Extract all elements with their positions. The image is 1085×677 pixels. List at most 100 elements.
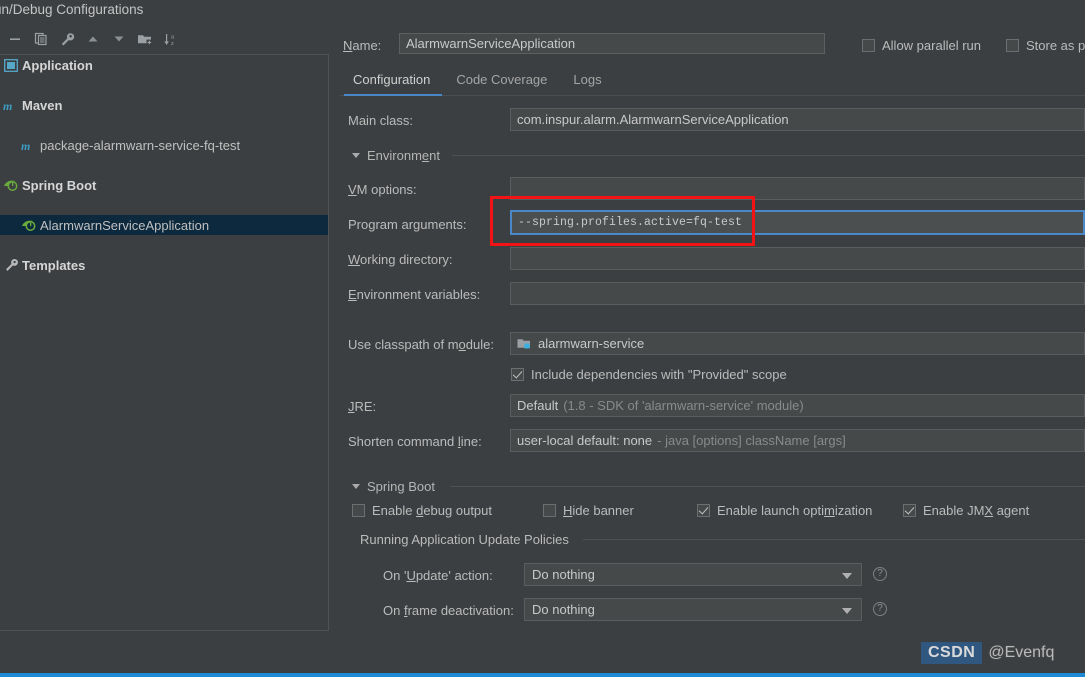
spring-boot-section-label: Spring Boot <box>367 479 435 494</box>
tree-item-label: Maven <box>22 97 63 113</box>
jre-label: JRE: <box>348 399 377 414</box>
allow-parallel-run-label: Allow parallel run <box>882 38 981 53</box>
application-icon <box>2 57 20 73</box>
copy-icon[interactable] <box>30 26 52 52</box>
window-title-bar: un/Debug Configurations <box>0 0 1085 22</box>
spring-boot-section-header[interactable]: Spring Boot <box>352 479 435 494</box>
checkbox-box <box>862 39 875 52</box>
shorten-command-line-select[interactable]: user-local default: none - java [options… <box>510 429 1085 452</box>
tree-item-label: Application <box>22 57 93 73</box>
use-classpath-of-module-label: Use classpath of module: <box>348 337 494 352</box>
on-frame-deactivation-label: On frame deactivation: <box>383 603 514 618</box>
move-into-folder-icon[interactable] <box>134 26 156 52</box>
chevron-down-icon <box>842 608 852 614</box>
tree-item-label: Templates <box>22 257 86 273</box>
editor-tabs[interactable]: Configuration Code Coverage Logs <box>340 70 615 96</box>
templates-wrench-icon <box>2 257 20 273</box>
checkbox-box <box>1006 39 1019 52</box>
vm-options-label: VM options: <box>348 182 417 197</box>
environment-variables-label: Environment variables: <box>348 287 481 302</box>
tree-item-alarmwarn-service-application[interactable]: AlarmwarnServiceApplication <box>0 215 328 235</box>
tree-item-maven[interactable]: m Maven <box>0 95 328 115</box>
enable-jmx-agent-checkbox[interactable]: Enable JMX agent <box>903 503 1029 518</box>
tree-item-label: package-alarmwarn-service-fq-test <box>40 137 241 153</box>
watermark: CSDN @Evenfq <box>921 641 1054 665</box>
on-frame-deactivation-select[interactable]: Do nothing <box>524 598 862 621</box>
working-directory-label: Working directory: <box>348 252 453 267</box>
svg-text:z: z <box>171 41 174 47</box>
watermark-brand: CSDN <box>921 642 983 664</box>
shorten-command-line-value: user-local default: none <box>517 433 653 448</box>
shorten-command-line-hint: - java [options] className [args] <box>657 433 846 448</box>
include-provided-scope-checkbox[interactable]: Include dependencies with "Provided" sco… <box>511 367 787 382</box>
wrench-icon[interactable] <box>56 26 78 52</box>
enable-debug-output-checkbox[interactable]: Enable debug output <box>352 503 492 518</box>
section-rule <box>583 539 1085 540</box>
chevron-down-icon <box>842 573 852 579</box>
store-as-project-file-checkbox[interactable]: Store as p <box>1006 38 1085 53</box>
program-arguments-input[interactable]: --spring.profiles.active=fq-test <box>510 210 1085 235</box>
tab-logs[interactable]: Logs <box>560 70 614 95</box>
watermark-user: @Evenfq <box>988 644 1055 661</box>
move-down-icon[interactable] <box>108 26 130 52</box>
on-update-action-value: Do nothing <box>532 567 595 582</box>
chevron-down-icon <box>352 484 360 489</box>
jre-hint: (1.8 - SDK of 'alarmwarn-service' module… <box>563 398 804 413</box>
spring-boot-icon <box>20 217 38 233</box>
include-provided-scope-label: Include dependencies with "Provided" sco… <box>531 367 787 382</box>
svg-text:m: m <box>21 139 30 152</box>
checkbox-box <box>543 504 556 517</box>
module-folder-icon <box>517 337 532 351</box>
store-as-project-file-label: Store as p <box>1026 38 1085 53</box>
name-label: Name: <box>343 38 382 53</box>
vm-options-input[interactable] <box>510 177 1085 200</box>
main-class-input[interactable]: com.inspur.alarm.AlarmwarnServiceApplica… <box>510 108 1085 131</box>
jre-select[interactable]: Default (1.8 - SDK of 'alarmwarn-service… <box>510 394 1085 417</box>
chevron-down-icon <box>352 153 360 158</box>
svg-text:a: a <box>171 34 175 40</box>
use-classpath-of-module-select[interactable]: alarmwarn-service <box>510 332 1085 355</box>
tree-toolbar: a z <box>0 26 330 54</box>
working-directory-input[interactable] <box>510 247 1085 270</box>
environment-variables-input[interactable] <box>510 282 1085 305</box>
sort-alphabetically-icon[interactable]: a z <box>160 26 182 52</box>
name-input[interactable]: AlarmwarnServiceApplication <box>399 33 825 54</box>
remove-icon[interactable] <box>4 26 26 52</box>
tree-item-label: Spring Boot <box>22 177 97 193</box>
tab-code-coverage[interactable]: Code Coverage <box>443 70 560 95</box>
environment-section-header[interactable]: Environment <box>352 148 440 163</box>
enable-debug-output-label: Enable debug output <box>372 503 493 518</box>
checkbox-box <box>903 504 916 517</box>
on-update-action-label: On 'Update' action: <box>383 568 493 583</box>
environment-section-label: Environment <box>367 148 440 163</box>
tree-item-maven-goal[interactable]: m package-alarmwarn-service-fq-test <box>0 135 328 155</box>
tree-item-spring-boot[interactable]: Spring Boot <box>0 175 328 195</box>
maven-goal-icon: m <box>20 137 38 153</box>
page-title: un/Debug Configurations <box>0 2 144 17</box>
tree-item-application[interactable]: Application <box>0 55 328 75</box>
on-update-action-select[interactable]: Do nothing <box>524 563 862 586</box>
svg-text:m: m <box>3 99 12 112</box>
section-rule <box>452 155 1085 156</box>
tree-item-templates[interactable]: Templates <box>0 255 328 275</box>
help-icon[interactable]: ? <box>873 602 887 616</box>
hide-banner-checkbox[interactable]: Hide banner <box>543 503 634 518</box>
program-arguments-label: Program arguments: <box>348 217 467 232</box>
tabs-baseline <box>340 95 1085 96</box>
module-name: alarmwarn-service <box>538 336 645 351</box>
move-up-icon[interactable] <box>82 26 104 52</box>
checkbox-box <box>511 368 524 381</box>
jre-value: Default <box>517 398 559 413</box>
enable-launch-optimization-label: Enable launch optimization <box>717 503 873 518</box>
spring-boot-icon <box>2 177 20 193</box>
shorten-command-line-label: Shorten command line: <box>348 434 482 449</box>
main-class-label: Main class: <box>348 113 414 128</box>
section-rule <box>450 486 1085 487</box>
checkbox-box <box>352 504 365 517</box>
enable-launch-optimization-checkbox[interactable]: Enable launch optimization <box>697 503 872 518</box>
allow-parallel-run-checkbox[interactable]: Allow parallel run <box>862 38 981 53</box>
maven-icon: m <box>2 97 20 113</box>
tab-configuration[interactable]: Configuration <box>340 70 443 95</box>
help-icon[interactable]: ? <box>873 567 887 581</box>
run-configurations-tree[interactable]: Application m Maven m package-alarmwarn-… <box>0 54 329 631</box>
